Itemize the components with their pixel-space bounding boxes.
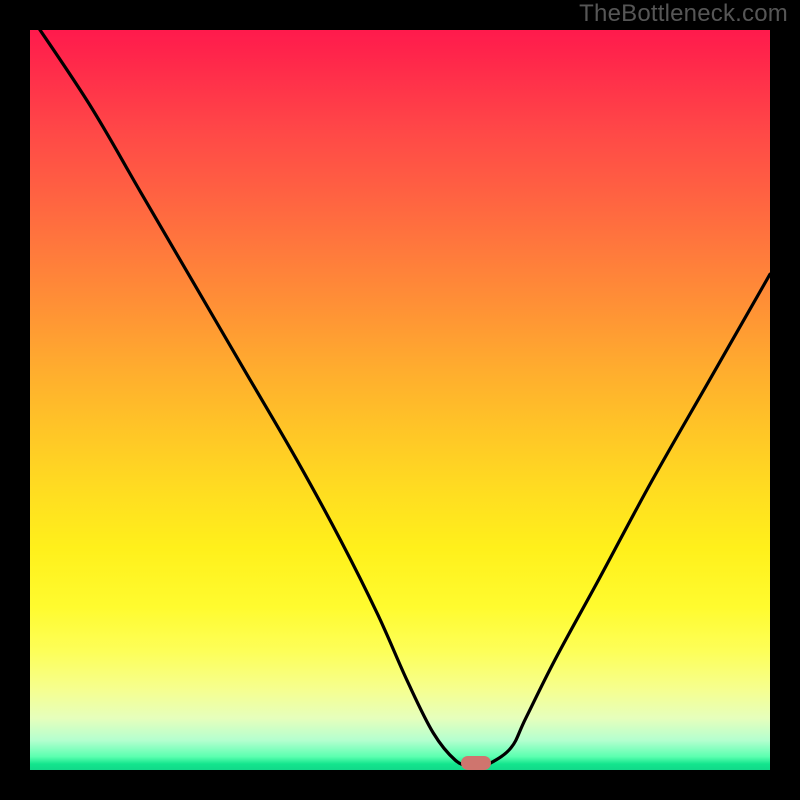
bottleneck-curve bbox=[30, 30, 770, 770]
optimal-marker bbox=[461, 756, 491, 770]
chart-frame: TheBottleneck.com bbox=[0, 0, 800, 800]
plot-area bbox=[30, 30, 770, 770]
watermark-text: TheBottleneck.com bbox=[579, 0, 788, 28]
